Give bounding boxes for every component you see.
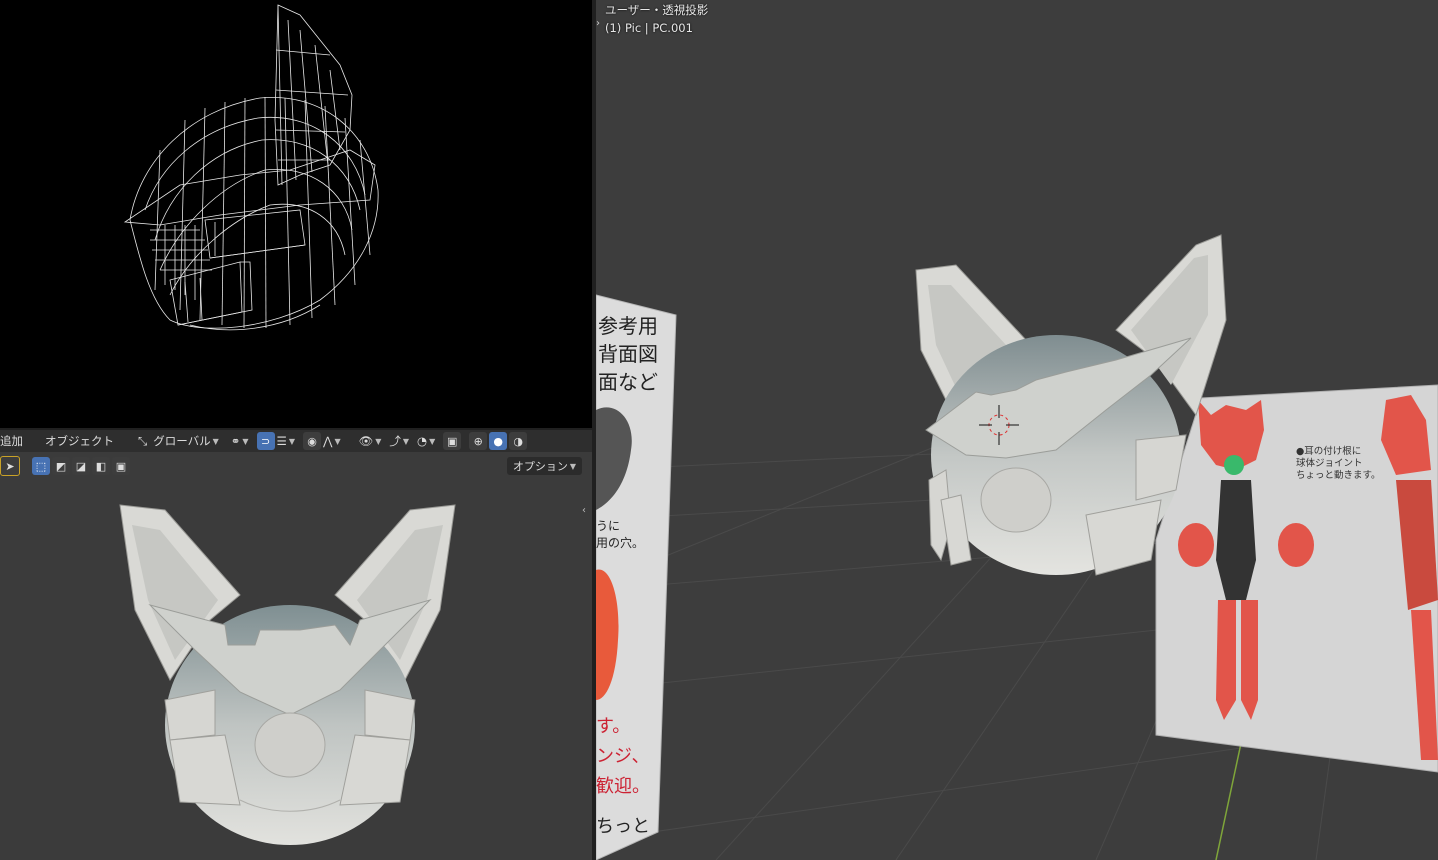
pivot-dropdown[interactable]: ⚭ ▼ — [231, 431, 249, 451]
ref-note: うに — [596, 519, 621, 533]
ref-line: 参考用 — [598, 314, 658, 338]
visibility-dropdown[interactable]: 👁 ▼ — [359, 431, 382, 451]
options-label: オプション — [512, 460, 568, 473]
tool-settings-row: ➤ ⬚ ◩ ◪ ◧ ▣ オプション ▼ — [0, 454, 592, 478]
shading-material-button[interactable]: ◑ — [509, 432, 528, 450]
select-extend-icon: ◩ — [55, 459, 67, 473]
annotation-line: ちょっと動きます。 — [1296, 470, 1381, 481]
cursor-arrow-icon: ➤ — [5, 459, 15, 473]
falloff-dropdown[interactable]: ⋀ ▼ — [323, 431, 341, 451]
solid-viewport[interactable] — [0, 430, 592, 860]
sidebar-toggle-icon[interactable]: ‹ — [582, 505, 586, 516]
xray-toggle[interactable]: ▣ — [443, 432, 462, 450]
solid-sphere-icon: ● — [493, 434, 504, 448]
link-icon: ⚭ — [230, 434, 241, 448]
select-new-icon: ⬚ — [35, 459, 47, 473]
options-dropdown[interactable]: オプション ▼ — [506, 457, 582, 475]
wireframe-helmet — [123, 4, 379, 331]
eye-icon: 👁 — [358, 434, 374, 448]
ref-line: 背面図 — [598, 342, 658, 366]
material-sphere-icon: ◑ — [513, 434, 524, 448]
proportional-edit-toggle[interactable]: ◉ — [303, 432, 322, 450]
select-subtract-icon: ◪ — [75, 459, 87, 473]
chevron-down-icon: ▼ — [242, 436, 249, 446]
chevron-down-icon: ▼ — [212, 436, 219, 446]
helmet-front-model — [119, 504, 456, 845]
menu-object[interactable]: オブジェクト — [45, 431, 114, 451]
ref-note: ンジ、 — [596, 746, 650, 767]
ref-card-left-note-bottom: す。 ンジ、 歓迎。 — [596, 712, 650, 802]
overlay-dropdown[interactable]: ◔ ▼ — [417, 431, 435, 451]
shading-wireframe-button[interactable]: ⊕ — [469, 432, 488, 450]
chevron-down-icon: ▼ — [402, 436, 410, 446]
viewport-header: 追加 オブジェクト ⤡ グローバル ▼ ⚭ ▼ ⊃ ☰ ▼ ◉ ⋀ ▼ 👁 ▼ ⤴ ▼ ◔… — [0, 430, 592, 452]
wireframe-viewport[interactable] — [0, 0, 592, 428]
ref-card-left-text: 参考用 背面図 面など — [598, 312, 658, 396]
scene-3d — [596, 234, 1438, 860]
ref-line: 面など — [598, 370, 658, 394]
chevron-down-icon: ▼ — [334, 436, 341, 446]
gizmo-icon: ⤴ — [389, 434, 401, 448]
magnet-icon: ⊃ — [260, 434, 271, 448]
snap-target-dropdown[interactable]: ☰ ▼ — [277, 431, 295, 451]
transform-orientation-dropdown[interactable]: ⤡ グローバル ▼ — [138, 431, 219, 451]
wireframe-sphere-icon: ⊕ — [473, 434, 483, 448]
object-label: (1) Pic | PC.001 — [605, 21, 693, 35]
ref-note: す。 — [596, 716, 631, 737]
annotation-line: ●耳の付け根に — [1296, 446, 1362, 457]
orientation-label: グローバル — [153, 434, 211, 448]
ref-note: 歓迎。 — [596, 776, 650, 797]
select-new-button[interactable]: ⬚ — [32, 457, 50, 475]
chevron-down-icon: ▼ — [569, 461, 576, 471]
select-tool-button[interactable]: ➤ — [0, 456, 20, 476]
toolbar-expand-icon[interactable]: › — [596, 18, 600, 29]
xray-icon: ▣ — [447, 434, 458, 448]
ref-card-right-annotation: ●耳の付け根に 球体ジョイント ちょっと動きます。 — [1296, 446, 1381, 482]
annotation-line: 球体ジョイント — [1296, 458, 1363, 469]
select-invert-button[interactable]: ◧ — [92, 457, 110, 475]
axis-icon: ⤡ — [138, 433, 148, 448]
select-subtract-button[interactable]: ◪ — [72, 457, 90, 475]
overlay-icon: ◔ — [417, 434, 428, 448]
falloff-icon: ⋀ — [323, 434, 333, 448]
snap-toggle[interactable]: ⊃ — [256, 432, 275, 450]
gizmo-dropdown[interactable]: ⤴ ▼ — [389, 431, 409, 451]
select-intersect-icon: ▣ — [115, 459, 127, 473]
increment-icon: ☰ — [276, 434, 287, 448]
menu-add[interactable]: 追加 — [0, 431, 23, 451]
perspective-viewport[interactable]: ユーザー・透視投影 (1) Pic | PC.001 › 参考用 背面図 面など… — [596, 0, 1438, 860]
chevron-down-icon: ▼ — [429, 436, 436, 446]
shading-solid-button[interactable]: ● — [489, 432, 508, 450]
select-invert-icon: ◧ — [95, 459, 107, 473]
ref-note: 用の穴。 — [596, 536, 645, 550]
proportional-icon: ◉ — [307, 434, 317, 448]
view-label: ユーザー・透視投影 — [605, 3, 709, 17]
select-extend-button[interactable]: ◩ — [52, 457, 70, 475]
chevron-down-icon: ▼ — [288, 436, 296, 446]
select-intersect-button[interactable]: ▣ — [112, 457, 130, 475]
chevron-down-icon: ▼ — [375, 436, 382, 446]
ref-note: ちっと — [596, 816, 650, 837]
ref-card-left-note-top: うに 用の穴。 — [596, 518, 644, 552]
